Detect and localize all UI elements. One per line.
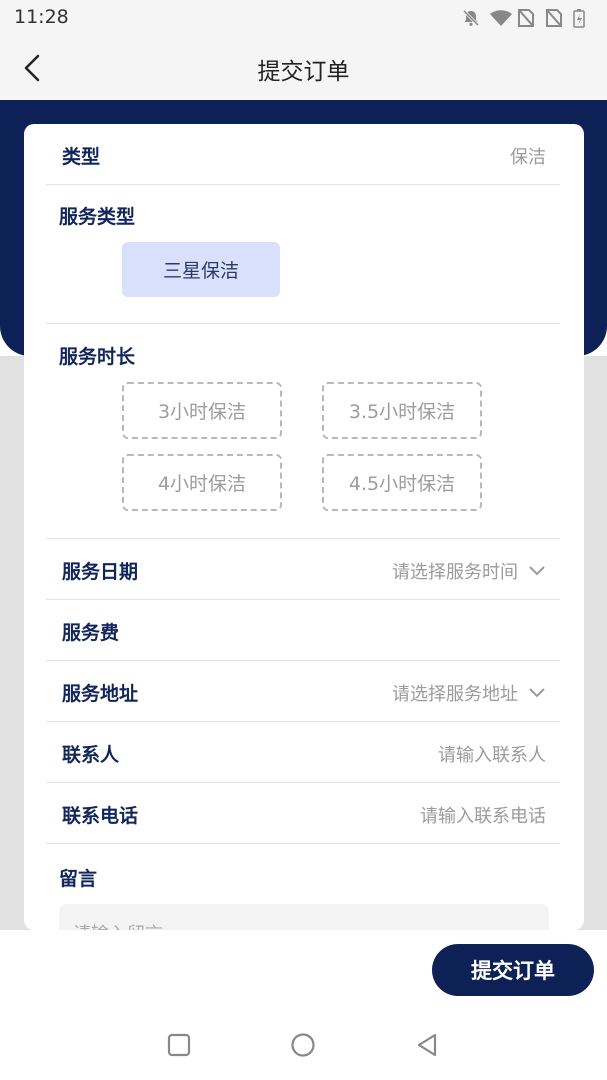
app-bar: 提交订单 (0, 36, 607, 100)
phone-input[interactable]: 请输入联系电话 (420, 802, 546, 828)
page-title: 提交订单 (257, 59, 350, 85)
duration-option-4-5h[interactable]: 4.5小时保洁 (322, 454, 482, 511)
chevron-down-icon (529, 688, 545, 698)
service-address-placeholder: 请选择服务地址 (392, 684, 518, 705)
service-fee-row: 服务费 (46, 600, 560, 661)
type-label: 类型 (62, 146, 101, 168)
duration-option-3h[interactable]: 3小时保洁 (122, 382, 282, 439)
system-nav-bar (0, 1010, 607, 1080)
order-form-card: 类型 保洁 服务类型 三星保洁 服务时长 3小时保洁 3.5小时保洁 4小时保洁… (24, 124, 584, 930)
message-placeholder: 请输入留言 (73, 920, 163, 930)
square-icon (167, 1033, 191, 1057)
duration-label: 服务时长 (59, 346, 136, 368)
bottom-action-bar: 提交订单 (0, 930, 607, 1010)
recent-apps-button[interactable] (164, 1030, 194, 1060)
battery-charging-icon (573, 8, 593, 28)
duration-option-3-5h[interactable]: 3.5小时保洁 (322, 382, 482, 439)
mute-bell-icon (461, 8, 481, 28)
service-date-value: 请选择服务时间 (392, 558, 546, 584)
home-button[interactable] (288, 1030, 318, 1060)
type-value: 保洁 (510, 147, 546, 168)
phone-row: 联系电话 请输入联系电话 (46, 783, 560, 844)
service-date-row[interactable]: 服务日期 请选择服务时间 (46, 539, 560, 600)
phone-label: 联系电话 (62, 805, 139, 827)
type-row: 类型 保洁 (46, 124, 560, 185)
contact-input[interactable]: 请输入联系人 (438, 741, 546, 767)
service-address-label: 服务地址 (62, 683, 139, 705)
triangle-back-icon (417, 1033, 437, 1057)
contact-row: 联系人 请输入联系人 (46, 722, 560, 783)
duration-option-4h[interactable]: 4小时保洁 (122, 454, 282, 511)
back-nav-button[interactable] (412, 1030, 442, 1060)
message-label: 留言 (59, 868, 98, 890)
no-sim-icon-2 (545, 8, 565, 28)
no-sim-icon (517, 8, 537, 28)
message-input[interactable]: 请输入留言 (59, 904, 549, 930)
service-date-label: 服务日期 (62, 561, 139, 583)
service-address-row[interactable]: 服务地址 请选择服务地址 (46, 661, 560, 722)
wifi-icon (489, 8, 512, 28)
service-type-label: 服务类型 (59, 206, 136, 228)
submit-order-button[interactable]: 提交订单 (432, 944, 594, 996)
service-fee-label: 服务费 (62, 622, 120, 644)
status-time: 11:28 (14, 6, 69, 28)
service-type-option-selected[interactable]: 三星保洁 (122, 242, 280, 297)
service-date-placeholder: 请选择服务时间 (392, 562, 518, 583)
chevron-down-icon (529, 566, 545, 576)
status-bar: 11:28 (0, 0, 607, 36)
circle-icon (291, 1033, 315, 1057)
contact-label: 联系人 (62, 744, 120, 766)
service-address-value: 请选择服务地址 (392, 680, 546, 706)
status-icons (461, 8, 593, 28)
divider (46, 323, 560, 324)
